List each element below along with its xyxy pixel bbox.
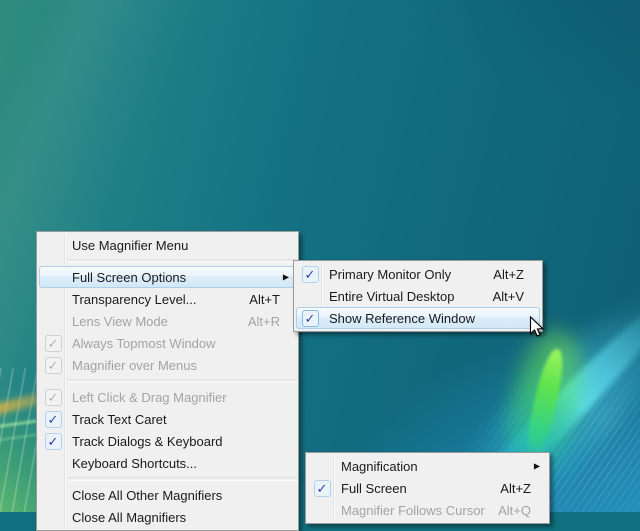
menu-item-track-dialogs-keyboard[interactable]: ✓ Track Dialogs & Keyboard bbox=[39, 430, 296, 452]
menu-item-shortcut: Alt+T bbox=[249, 292, 295, 307]
menu-item-label: Show Reference Window bbox=[323, 311, 475, 326]
menu-item-label: Entire Virtual Desktop bbox=[323, 289, 455, 304]
check-icon: ✓ bbox=[317, 482, 328, 495]
menu-item-use-magnifier-menu[interactable]: Use Magnifier Menu bbox=[39, 234, 296, 256]
menu-item-entire-virtual-desktop[interactable]: Entire Virtual Desktop Alt+V bbox=[296, 285, 540, 307]
menu-item-gutter: ✓ bbox=[40, 357, 66, 374]
menu-item-gutter: ✓ bbox=[40, 389, 66, 406]
menu-item-gutter: ✓ bbox=[40, 433, 66, 450]
check-icon: ✓ bbox=[48, 337, 59, 350]
checkbox: ✓ bbox=[45, 389, 62, 406]
magnifier-mode-submenu: Magnification ▶ ✓ Full Screen Alt+Z Magnifier… bbox=[305, 452, 550, 524]
menu-item-primary-monitor-only[interactable]: ✓ Primary Monitor Only Alt+Z bbox=[296, 263, 540, 285]
checkbox: ✓ bbox=[314, 480, 331, 497]
menu-item-magnifier-over-menus[interactable]: ✓ Magnifier over Menus bbox=[39, 354, 296, 376]
check-icon: ✓ bbox=[48, 435, 59, 448]
check-icon: ✓ bbox=[48, 359, 59, 372]
menu-item-lens-view-mode[interactable]: Lens View Mode Alt+R bbox=[39, 310, 296, 332]
wallpaper-green-ribbon bbox=[522, 347, 569, 461]
menu-item-keyboard-shortcuts[interactable]: Keyboard Shortcuts... bbox=[39, 452, 296, 474]
menu-item-gutter: ✓ bbox=[40, 411, 66, 428]
screen: { "icons": { "check_glyph": "\u2713", "s… bbox=[0, 0, 640, 512]
menu-item-label: Primary Monitor Only bbox=[323, 267, 451, 282]
menu-item-magnifier-follows-cursor[interactable]: Magnifier Follows Cursor Alt+Q bbox=[308, 499, 547, 521]
menu-item-label: Full Screen bbox=[335, 481, 407, 496]
menu-item-left-click-drag-magnifier[interactable]: ✓ Left Click & Drag Magnifier bbox=[39, 386, 296, 408]
checkbox: ✓ bbox=[302, 266, 319, 283]
menu-item-full-screen[interactable]: ✓ Full Screen Alt+Z bbox=[308, 477, 547, 499]
menu-item-label: Full Screen Options bbox=[66, 270, 186, 285]
menu-item-label: Always Topmost Window bbox=[66, 336, 216, 351]
menu-item-label: Lens View Mode bbox=[66, 314, 168, 329]
menu-item-show-reference-window[interactable]: ✓ Show Reference Window bbox=[296, 307, 540, 329]
menu-item-label: Transparency Level... bbox=[66, 292, 197, 307]
checkbox: ✓ bbox=[45, 433, 62, 450]
menu-item-label: Track Text Caret bbox=[66, 412, 167, 427]
check-icon: ✓ bbox=[305, 312, 316, 325]
menu-item-label: Magnification bbox=[335, 459, 418, 474]
menu-item-label: Left Click & Drag Magnifier bbox=[66, 390, 227, 405]
menu-item-label: Keyboard Shortcuts... bbox=[66, 456, 197, 471]
check-icon: ✓ bbox=[48, 391, 59, 404]
menu-item-always-topmost-window[interactable]: ✓ Always Topmost Window bbox=[39, 332, 296, 354]
full-screen-options-submenu: ✓ Primary Monitor Only Alt+Z Entire Virtual… bbox=[293, 260, 543, 332]
menu-item-shortcut: Alt+Q bbox=[498, 503, 546, 518]
menu-item-label: Close All Other Magnifiers bbox=[66, 488, 222, 503]
magnifier-context-menu: Use Magnifier Menu Full Screen Options ▶ Tr… bbox=[36, 231, 299, 531]
menu-item-full-screen-options[interactable]: Full Screen Options ▶ bbox=[39, 266, 296, 288]
arrow-cursor-icon bbox=[529, 316, 544, 338]
menu-item-shortcut: Alt+V bbox=[493, 289, 539, 304]
menu-separator bbox=[37, 256, 298, 266]
submenu-arrow-icon: ▶ bbox=[283, 273, 289, 282]
checkbox: ✓ bbox=[302, 310, 319, 327]
menu-item-label: Use Magnifier Menu bbox=[66, 238, 188, 253]
checkbox: ✓ bbox=[45, 357, 62, 374]
menu-item-close-all-magnifiers[interactable]: Close All Magnifiers bbox=[39, 506, 296, 528]
menu-item-track-text-caret[interactable]: ✓ Track Text Caret bbox=[39, 408, 296, 430]
menu-separator bbox=[37, 376, 298, 386]
submenu-arrow-icon: ▶ bbox=[534, 462, 540, 471]
checkbox: ✓ bbox=[45, 411, 62, 428]
menu-item-shortcut: Alt+Z bbox=[500, 481, 546, 496]
menu-item-gutter: ✓ bbox=[40, 335, 66, 352]
check-icon: ✓ bbox=[305, 268, 316, 281]
mouse-cursor bbox=[529, 316, 544, 343]
menu-item-label: Magnifier Follows Cursor bbox=[335, 503, 485, 518]
menu-separator bbox=[37, 474, 298, 484]
menu-item-label: Magnifier over Menus bbox=[66, 358, 197, 373]
menu-item-transparency-level[interactable]: Transparency Level... Alt+T bbox=[39, 288, 296, 310]
menu-item-shortcut: Alt+R bbox=[248, 314, 295, 329]
menu-item-label: Track Dialogs & Keyboard bbox=[66, 434, 223, 449]
menu-item-gutter: ✓ bbox=[297, 310, 323, 327]
menu-item-close-all-other-magnifiers[interactable]: Close All Other Magnifiers bbox=[39, 484, 296, 506]
check-icon: ✓ bbox=[48, 413, 59, 426]
checkbox: ✓ bbox=[45, 335, 62, 352]
menu-item-shortcut: Alt+Z bbox=[493, 267, 539, 282]
menu-item-gutter: ✓ bbox=[309, 480, 335, 497]
menu-item-magnification[interactable]: Magnification ▶ bbox=[308, 455, 547, 477]
menu-item-gutter: ✓ bbox=[297, 266, 323, 283]
